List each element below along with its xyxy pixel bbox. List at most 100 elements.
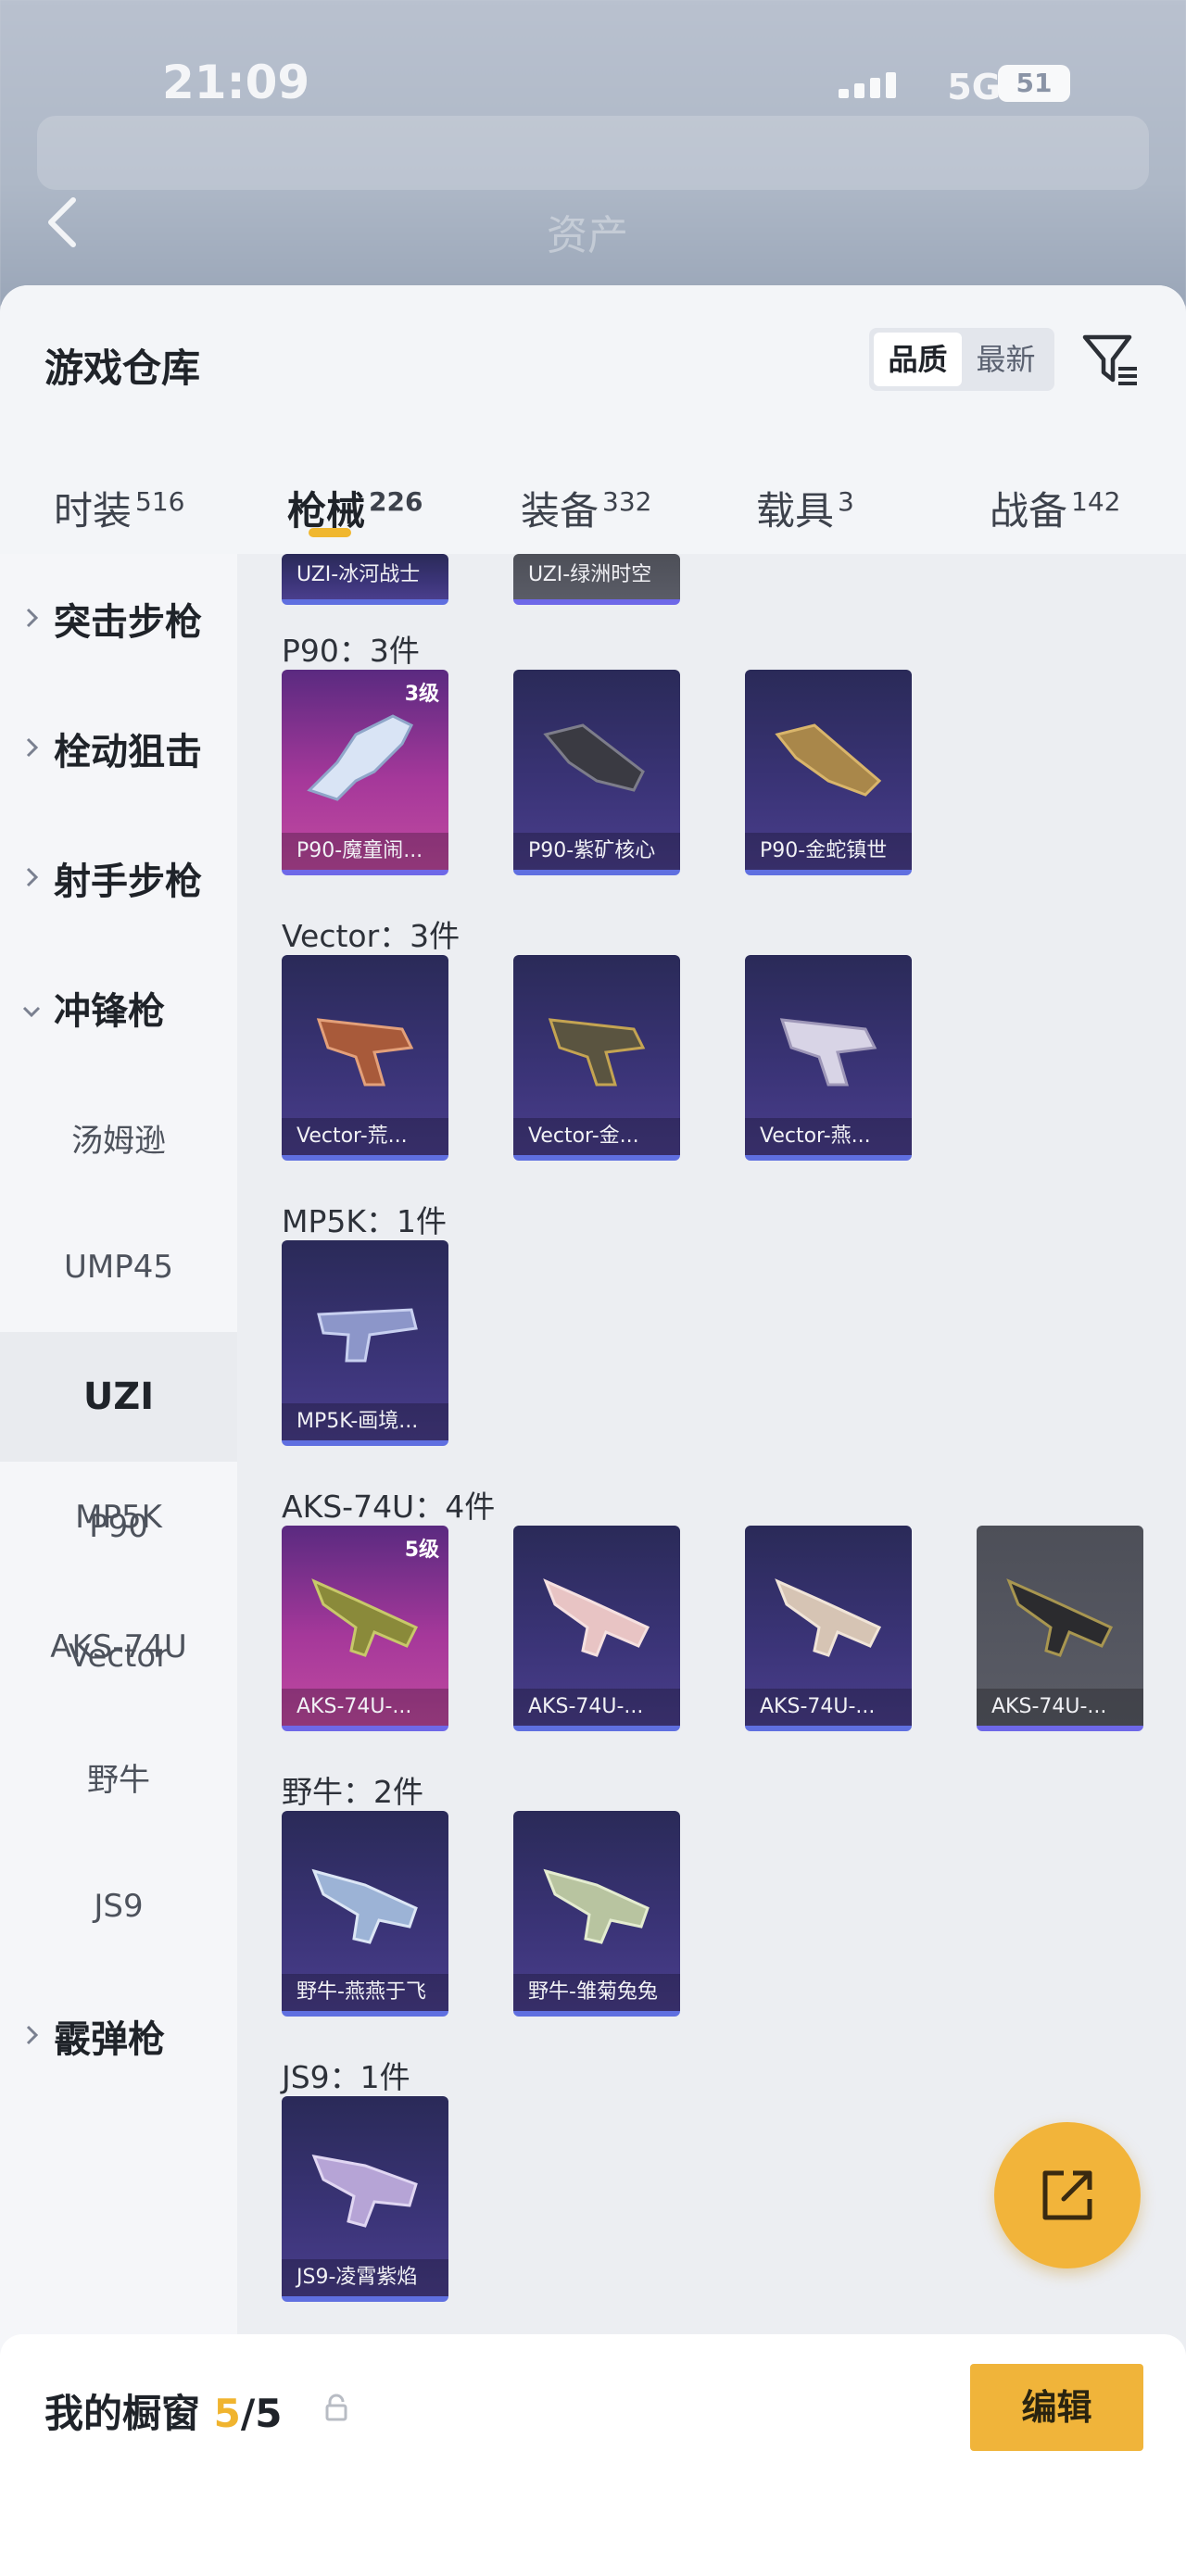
weapon-card[interactable]: UZI-绿洲时空 xyxy=(513,554,680,605)
warehouse-sheet: 游戏仓库 品质 最新 时装 516 枪械 226 装备 332 载具 3 战备 142 突… xyxy=(0,285,1186,2576)
weapon-card-name: JS9-凌霄紫焰 xyxy=(282,2259,448,2296)
tab-gear[interactable]: 战备 142 xyxy=(990,480,1120,536)
sidebar-item-assault-rifle[interactable]: 突击步枪 xyxy=(0,554,237,684)
weapon-card[interactable]: Vector-金... xyxy=(513,955,680,1161)
group-label: P90：3件 xyxy=(282,633,420,669)
showcase-bar: 我的橱窗 5/5 编辑 xyxy=(0,2334,1186,2576)
filter-icon[interactable] xyxy=(1079,330,1141,391)
showcase-total: 5 xyxy=(255,2391,283,2436)
chevron-right-icon xyxy=(26,2025,39,2045)
sidebar-item-label: 冲锋枪 xyxy=(54,990,165,1033)
weapon-image xyxy=(775,723,882,797)
edit-button[interactable]: 编辑 xyxy=(970,2364,1143,2451)
weapon-card-name: AKS-74U-... xyxy=(282,1689,448,1726)
chevron-right-icon xyxy=(26,608,39,628)
tab-equipment[interactable]: 装备 332 xyxy=(521,480,651,536)
weapon-card-name: 野牛-燕燕于飞 xyxy=(282,1974,448,2011)
weapon-card-name: UZI-绿洲时空 xyxy=(528,563,652,586)
weapon-card[interactable]: 5级 AKS-74U-... xyxy=(282,1526,448,1731)
weapon-card[interactable]: P90-金蛇镇世 xyxy=(745,670,912,875)
status-network: 5G xyxy=(947,67,1001,107)
weapon-card-name: AKS-74U-... xyxy=(977,1689,1143,1726)
sort-quality-button[interactable]: 品质 xyxy=(874,333,962,386)
lock-icon xyxy=(325,2394,347,2421)
weapon-image xyxy=(543,723,645,792)
showcase-separator: / xyxy=(240,2391,256,2436)
showcase-current: 5 xyxy=(213,2391,241,2436)
sidebar-item-ump45[interactable]: UMP45 xyxy=(0,1202,237,1332)
weapon-card-name: Vector-金... xyxy=(513,1118,680,1155)
tab-firearms[interactable]: 枪械 226 xyxy=(287,480,423,536)
tab-fashion[interactable]: 时装 516 xyxy=(54,480,184,536)
weapon-card[interactable]: Vector-荒... xyxy=(282,955,448,1161)
group-label: 野牛：2件 xyxy=(282,1774,423,1810)
weapon-card-name: AKS-74U-... xyxy=(745,1689,912,1726)
sidebar-item-thompson[interactable]: 汤姆逊 xyxy=(0,1073,237,1202)
weapon-card[interactable]: AKS-74U-... xyxy=(513,1526,680,1731)
weapon-card-name: AKS-74U-... xyxy=(513,1689,680,1726)
weapon-card[interactable]: 3级 P90-魔童闹... xyxy=(282,670,448,875)
group-label: AKS-74U：4件 xyxy=(282,1489,496,1525)
weapon-image xyxy=(311,1868,418,1944)
showcase-title: 我的橱窗 5/5 xyxy=(44,2382,282,2439)
active-tab-indicator xyxy=(309,528,351,537)
sidebar-item-label: 霰弹枪 xyxy=(54,2018,165,2061)
weapon-card[interactable]: UZI-冰河战士 xyxy=(282,554,448,605)
category-tabs: 时装 516 枪械 226 装备 332 载具 3 战备 142 xyxy=(0,461,1186,554)
weapon-card[interactable]: MP5K-画境... xyxy=(282,1240,448,1446)
battery-icon: 51 xyxy=(998,65,1070,102)
weapon-card[interactable]: 野牛-雏菊兔兔 xyxy=(513,1811,680,2017)
weapon-image xyxy=(543,1868,650,1944)
share-button[interactable] xyxy=(994,2122,1141,2268)
sort-newest-button[interactable]: 最新 xyxy=(962,333,1050,386)
share-icon xyxy=(1042,2170,1092,2220)
weapon-image xyxy=(775,1578,882,1657)
weapon-card-name: P90-魔童闹... xyxy=(282,833,448,870)
sheet-header: 游戏仓库 品质 最新 时装 516 枪械 226 装备 332 载具 3 战备 142 xyxy=(0,285,1186,554)
weapon-card[interactable]: AKS-74U-... xyxy=(977,1526,1143,1731)
status-time: 21:09 xyxy=(162,56,310,109)
group-label: MP5K：1件 xyxy=(282,1203,448,1239)
group-label: JS9：1件 xyxy=(282,2059,410,2095)
tab-vehicles[interactable]: 载具 3 xyxy=(756,480,854,536)
background-tab-label: 资产 xyxy=(547,212,628,259)
weapon-card[interactable]: P90-紫矿核心 xyxy=(513,670,680,875)
weapon-grid: UZI-冰河战士 UZI-绿洲时空 P90：3件 3级 P90-魔童闹... P… xyxy=(237,554,1186,2393)
sidebar-item-label: 射手步枪 xyxy=(54,861,202,903)
sidebar-item-js9[interactable]: JS9 xyxy=(0,1841,237,1971)
weapon-card[interactable]: JS9-凌霄紫焰 xyxy=(282,2096,448,2302)
weapon-image xyxy=(311,2155,418,2228)
sort-toggle: 品质 最新 xyxy=(869,328,1054,391)
weapon-card[interactable]: Vector-燕... xyxy=(745,955,912,1161)
sidebar-item-bolt-sniper[interactable]: 栓动狙击 xyxy=(0,684,237,813)
back-arrow-icon[interactable] xyxy=(42,195,82,250)
sidebar-item-label: 突击步枪 xyxy=(54,601,202,644)
sidebar-item-mp5k[interactable]: MP5K xyxy=(0,1452,237,1582)
showcase-label: 我的橱窗 xyxy=(44,2391,201,2436)
sidebar-item-label: 栓动狙击 xyxy=(54,731,202,773)
page-title: 游戏仓库 xyxy=(44,346,201,391)
sidebar-item-marksman-rifle[interactable]: 射手步枪 xyxy=(0,813,237,943)
weapon-card-name: P90-金蛇镇世 xyxy=(745,833,912,870)
weapon-image xyxy=(311,1578,419,1657)
chevron-down-icon xyxy=(22,1006,41,1018)
sidebar-item-bison[interactable]: 野牛 xyxy=(0,1712,237,1841)
sidebar-item-smg[interactable]: 冲锋枪 xyxy=(0,943,237,1073)
signal-icon xyxy=(839,70,903,98)
sidebar-item-aks74u[interactable]: AKS-74U xyxy=(0,1582,237,1712)
weapon-image xyxy=(307,714,414,801)
sidebar-item-uzi[interactable]: UZI xyxy=(0,1332,237,1462)
weapon-card-name: UZI-冰河战士 xyxy=(296,563,421,586)
weapon-card-name: Vector-荒... xyxy=(282,1118,448,1155)
weapon-image xyxy=(1006,1578,1114,1657)
sidebar-item-shotgun[interactable]: 霰弹枪 xyxy=(0,1971,237,2101)
weapon-card-name: MP5K-画境... xyxy=(282,1403,448,1440)
weapon-type-sidebar-lower: MP5K AKS-74U 野牛 JS9 霰弹枪 xyxy=(0,1499,237,2393)
weapon-card[interactable]: AKS-74U-... xyxy=(745,1526,912,1731)
chevron-right-icon xyxy=(26,737,39,758)
group-label: Vector：3件 xyxy=(282,918,461,954)
weapon-card-name: 野牛-雏菊兔兔 xyxy=(513,1974,680,2011)
background-blur-row xyxy=(37,116,1149,190)
weapon-card[interactable]: 野牛-燕燕于飞 xyxy=(282,1811,448,2017)
chevron-right-icon xyxy=(26,867,39,887)
